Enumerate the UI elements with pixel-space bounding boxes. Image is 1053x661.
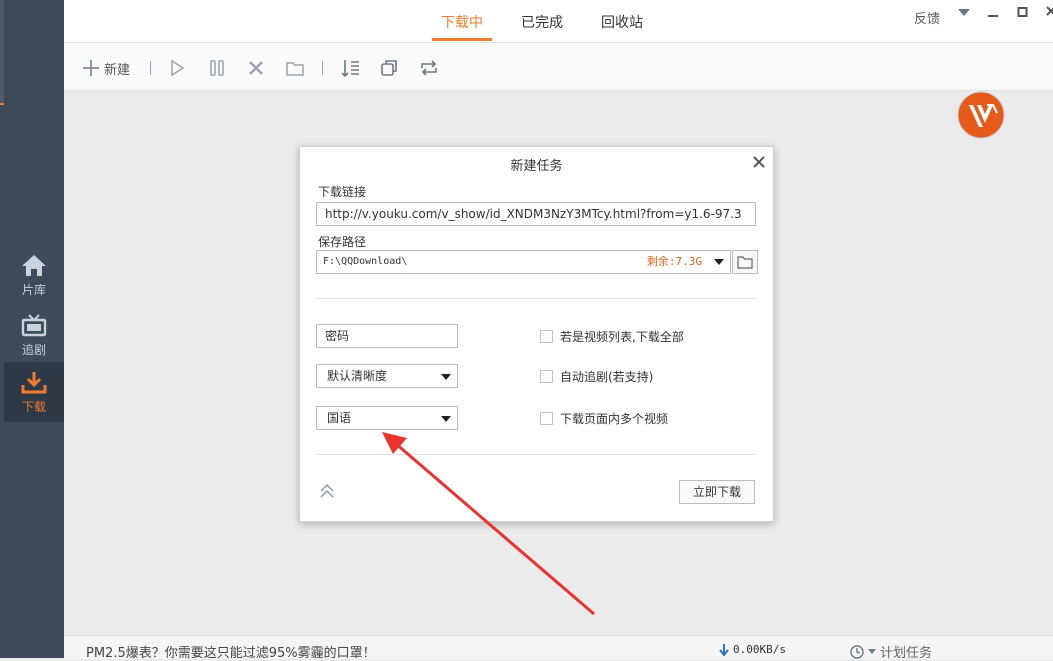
url-label: 下载链接 <box>318 185 367 199</box>
chevron-down-icon <box>868 648 876 654</box>
repeat-icon <box>421 60 437 76</box>
collapse-options-button[interactable] <box>318 482 336 504</box>
close-icon[interactable] <box>1044 4 1053 22</box>
password-placeholder: 密码 <box>325 329 350 343</box>
chevron-down-icon <box>441 416 451 422</box>
sidebar-item-label: 下载 <box>21 399 46 414</box>
status-bar: PM2.5爆表？你需要这只能过滤95%雾霾的口罩！ 0.00KB/s 计划任务 <box>64 635 1053 661</box>
checkbox-label: 下载页面内多个视频 <box>560 412 669 426</box>
dialog-close-icon[interactable] <box>753 153 765 172</box>
sort-button[interactable] <box>340 57 360 79</box>
schedule-task-button[interactable]: 计划任务 <box>850 642 932 661</box>
top-bar: 下载中 已完成 回收站 反馈 <box>64 0 1053 43</box>
tab-completed[interactable]: 已完成 <box>512 0 572 40</box>
tab-downloading[interactable]: 下载中 <box>432 0 492 40</box>
sidebar-accent-mark <box>0 103 4 105</box>
toolbar-divider <box>150 61 151 75</box>
delete-x-icon <box>249 61 263 75</box>
multi-video-checkbox[interactable]: 下载页面内多个视频 <box>540 410 668 427</box>
save-path-value: F:\QQDownload\ <box>323 256 408 267</box>
start-button[interactable] <box>169 57 185 79</box>
checkbox-label: 若是视频列表,下载全部 <box>560 330 684 344</box>
video-logo-icon <box>957 91 1005 139</box>
auto-follow-checkbox[interactable]: 自动追剧(若支持) <box>540 368 653 385</box>
sidebar-item-series[interactable]: 追剧 <box>4 305 64 365</box>
pause-icon <box>210 60 224 76</box>
new-task-button[interactable]: 新建 <box>82 57 130 79</box>
copy-icon <box>381 60 397 76</box>
divider <box>316 298 756 299</box>
divider <box>316 454 756 455</box>
plus-icon <box>83 60 99 76</box>
maximize-icon[interactable] <box>1016 4 1030 22</box>
sort-icon <box>341 60 359 78</box>
folder-icon <box>286 62 304 76</box>
sidebar-item-label: 追剧 <box>21 342 46 357</box>
refresh-button[interactable] <box>419 57 439 79</box>
toolbar: 新建 <box>64 43 1053 91</box>
language-value: 国语 <box>327 411 352 425</box>
new-task-dialog: 新建任务 下载链接 http://v.youku.com/v_show/id_X… <box>299 146 774 522</box>
sidebar-item-library[interactable]: 片库 <box>4 245 64 305</box>
sidebar-item-label: 片库 <box>21 282 46 297</box>
active-tab-indicator <box>432 38 492 41</box>
download-now-button[interactable]: 立即下载 <box>679 480 755 504</box>
minimize-icon[interactable] <box>986 4 1000 22</box>
checkbox-label: 自动追剧(若支持) <box>560 370 654 384</box>
toolbar-divider <box>322 61 323 75</box>
download-icon <box>21 371 47 393</box>
chevron-down-icon <box>441 374 451 380</box>
password-input[interactable]: 密码 <box>316 324 458 348</box>
tv-icon <box>21 313 47 336</box>
clock-icon <box>850 644 864 659</box>
folder-icon <box>737 256 753 269</box>
browse-folder-button[interactable] <box>732 250 758 274</box>
sidebar-top-strip <box>0 0 4 103</box>
app-logo <box>957 91 1005 139</box>
menu-dropdown-icon[interactable] <box>957 6 971 22</box>
play-icon <box>171 59 185 77</box>
double-chevron-up-icon <box>320 483 334 498</box>
url-input[interactable]: http://v.youku.com/v_show/id_XNDM3NzY3MT… <box>316 202 756 226</box>
path-label: 保存路径 <box>318 235 367 249</box>
ad-link[interactable]: PM2.5爆表？你需要这只能过滤95%雾霾的口罩！ <box>86 642 376 661</box>
download-all-checkbox[interactable]: 若是视频列表,下载全部 <box>540 328 684 345</box>
tab-recycle-bin[interactable]: 回收站 <box>592 0 652 40</box>
arrow-down-icon <box>719 643 729 656</box>
new-task-label: 新建 <box>104 62 131 78</box>
copy-button[interactable] <box>380 57 398 79</box>
language-select[interactable]: 国语 <box>316 406 458 430</box>
chevron-down-icon <box>714 259 724 265</box>
save-path-select[interactable]: F:\QQDownload\ 剩余:7.3G <box>316 250 731 274</box>
checkbox-box <box>540 370 553 383</box>
download-speed: 0.00KB/s <box>719 643 786 656</box>
quality-value: 默认清晰度 <box>327 369 388 383</box>
schedule-label: 计划任务 <box>880 646 933 661</box>
sidebar: 片库 追剧 下载 <box>0 0 64 658</box>
home-icon <box>22 254 46 276</box>
sidebar-item-download[interactable]: 下载 <box>4 362 64 422</box>
checkbox-box <box>540 412 553 425</box>
feedback-link[interactable]: 反馈 <box>914 8 940 27</box>
quality-select[interactable]: 默认清晰度 <box>316 364 458 388</box>
speed-value: 0.00KB/s <box>733 643 786 656</box>
open-folder-button[interactable] <box>286 57 304 79</box>
dialog-title: 新建任务 <box>510 159 563 174</box>
checkbox-box <box>540 330 553 343</box>
delete-button[interactable] <box>248 57 264 79</box>
remaining-space: 剩余:7.3G <box>646 255 702 268</box>
pause-button[interactable] <box>208 57 226 79</box>
